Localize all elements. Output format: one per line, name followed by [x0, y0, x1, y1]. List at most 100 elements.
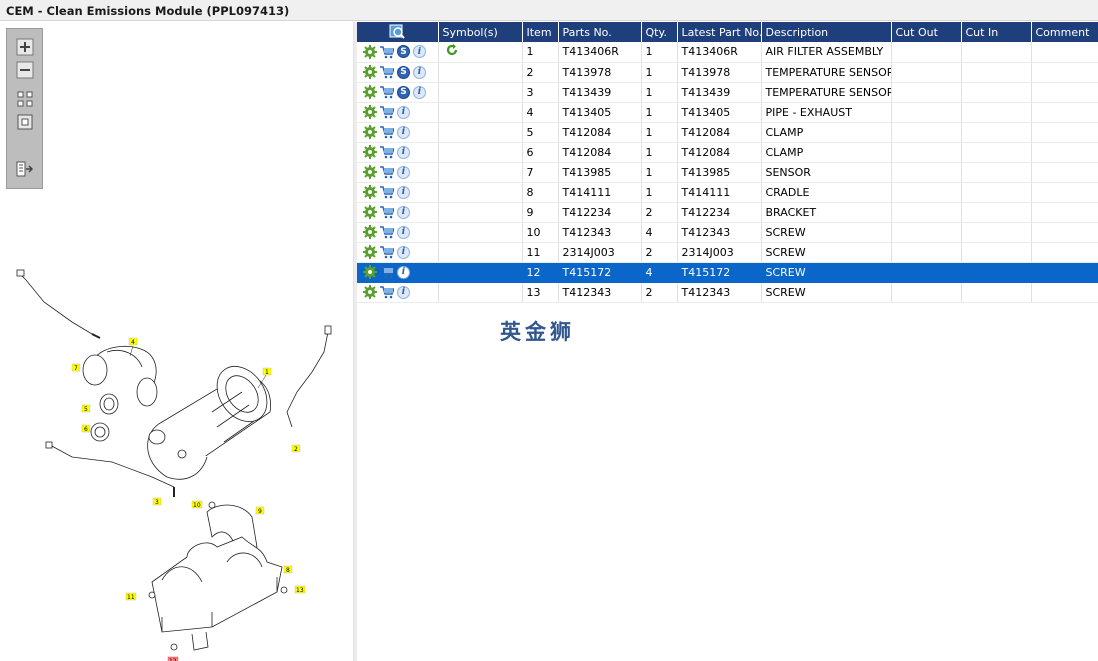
column-header-comment[interactable]: Comment — [1031, 22, 1098, 42]
drawing-pane[interactable]: 4 1 7 5 6 2 3 10 9 8 11 13 — [0, 22, 354, 661]
parts-no-cell: T412234 — [558, 202, 642, 223]
column-header-latest-part-no[interactable]: Latest Part No. — [677, 22, 762, 42]
table-row[interactable]: Si 3 T413439 1 T413439 TEMPERATURE SENSOR — [357, 82, 1098, 103]
parts-no-cell: T413406R — [558, 42, 642, 63]
info-icon[interactable]: i — [397, 145, 410, 159]
table-row[interactable]: i 7 T413985 1 T413985 SENSOR — [357, 162, 1098, 183]
cart-icon[interactable] — [380, 45, 394, 59]
cart-icon[interactable] — [380, 165, 394, 179]
cut-out-cell — [891, 262, 962, 283]
cart-icon[interactable] — [380, 145, 394, 159]
supersession-icon[interactable]: S — [397, 85, 410, 99]
description-cell: BRACKET — [761, 202, 892, 223]
svg-text:9: 9 — [258, 508, 262, 515]
cart-icon[interactable] — [380, 265, 394, 279]
gear-icon[interactable] — [363, 125, 377, 139]
cart-icon[interactable] — [380, 105, 394, 119]
table-row[interactable]: i 5 T412084 1 T412084 CLAMP — [357, 122, 1098, 143]
table-row[interactable]: i 6 T412084 1 T412084 CLAMP — [357, 142, 1098, 163]
zoom-to-part-icon[interactable] — [389, 24, 405, 40]
exploded-parts-drawing[interactable]: 4 1 7 5 6 2 3 10 9 8 11 13 — [12, 262, 342, 661]
gear-icon[interactable] — [363, 285, 377, 299]
column-header-qty[interactable]: Qty. — [641, 22, 678, 42]
column-header-cut-out[interactable]: Cut Out — [891, 22, 962, 42]
cut-in-cell — [961, 162, 1032, 183]
gear-icon[interactable] — [363, 85, 377, 99]
gear-icon[interactable] — [363, 205, 377, 219]
gear-icon[interactable] — [363, 245, 377, 259]
cart-icon[interactable] — [380, 185, 394, 199]
cut-in-cell — [961, 42, 1032, 63]
gear-icon[interactable] — [363, 44, 377, 59]
column-header-actions[interactable] — [357, 22, 439, 42]
table-row[interactable]: i 8 T414111 1 T414111 CRADLE — [357, 182, 1098, 203]
parts-no-cell: T412343 — [558, 282, 642, 303]
info-icon[interactable]: i — [397, 105, 410, 119]
table-row[interactable]: i 12 T415172 4 T415172 SCREW — [357, 262, 1098, 283]
info-icon[interactable]: i — [413, 45, 426, 59]
cart-icon[interactable] — [380, 85, 394, 99]
title-bar: CEM - Clean Emissions Module (PPL097413) — [0, 0, 1098, 21]
qty-cell: 2 — [641, 282, 678, 303]
zoom-out-icon[interactable] — [15, 60, 35, 80]
info-icon[interactable]: i — [413, 85, 426, 99]
qty-cell: 1 — [641, 42, 678, 63]
table-row[interactable]: Si 1 T413406R 1 T413406R AIR FILTER ASSEMBLY — [357, 42, 1098, 63]
qty-cell: 1 — [641, 142, 678, 163]
symbols-cell — [438, 62, 523, 83]
description-cell: SENSOR — [761, 162, 892, 183]
column-header-description[interactable]: Description — [761, 22, 892, 42]
info-icon[interactable]: i — [397, 165, 410, 179]
column-header-cut-in[interactable]: Cut In — [961, 22, 1032, 42]
gear-icon[interactable] — [363, 105, 377, 119]
gear-icon[interactable] — [363, 165, 377, 179]
fit-all-icon[interactable] — [15, 89, 35, 109]
parts-no-cell: T415172 — [558, 262, 642, 283]
cart-icon[interactable] — [380, 65, 394, 79]
row-actions: i — [357, 162, 439, 183]
latest-part-no-cell: T413978 — [677, 62, 762, 83]
table-row[interactable]: i 10 T412343 4 T412343 SCREW — [357, 222, 1098, 243]
cart-icon[interactable] — [380, 285, 394, 299]
info-icon[interactable]: i — [397, 185, 410, 199]
item-cell: 6 — [522, 142, 559, 163]
gear-icon[interactable] — [363, 265, 377, 279]
fit-window-icon[interactable] — [15, 112, 35, 132]
gear-icon[interactable] — [363, 185, 377, 199]
cut-in-cell — [961, 202, 1032, 223]
export-icon[interactable] — [15, 159, 35, 179]
info-icon[interactable]: i — [397, 125, 410, 139]
description-cell: CLAMP — [761, 122, 892, 143]
cart-icon[interactable] — [380, 125, 394, 139]
column-header-symbols[interactable]: Symbol(s) — [438, 22, 523, 42]
info-icon[interactable]: i — [397, 225, 410, 239]
info-icon[interactable]: i — [397, 245, 410, 259]
gear-icon[interactable] — [363, 225, 377, 239]
description-cell: CLAMP — [761, 142, 892, 163]
supersession-icon[interactable]: S — [397, 65, 410, 79]
column-header-item[interactable]: Item — [522, 22, 559, 42]
item-cell: 10 — [522, 222, 559, 243]
cart-icon[interactable] — [380, 225, 394, 239]
zoom-in-icon[interactable] — [15, 37, 35, 57]
cart-icon[interactable] — [380, 205, 394, 219]
info-icon[interactable]: i — [413, 65, 426, 79]
qty-cell: 1 — [641, 82, 678, 103]
refresh-icon[interactable] — [445, 43, 459, 57]
table-row[interactable]: i 9 T412234 2 T412234 BRACKET — [357, 202, 1098, 223]
latest-part-no-cell: T414111 — [677, 182, 762, 203]
table-row[interactable]: Si 2 T413978 1 T413978 TEMPERATURE SENSOR — [357, 62, 1098, 83]
table-row[interactable]: i 13 T412343 2 T412343 SCREW — [357, 282, 1098, 303]
info-icon[interactable]: i — [397, 265, 410, 279]
info-icon[interactable]: i — [397, 205, 410, 219]
supersession-icon[interactable]: S — [397, 45, 410, 59]
cart-icon[interactable] — [380, 245, 394, 259]
gear-icon[interactable] — [363, 65, 377, 79]
table-row[interactable]: i 11 2314J003 2 2314J003 SCREW — [357, 242, 1098, 263]
item-cell: 2 — [522, 62, 559, 83]
gear-icon[interactable] — [363, 145, 377, 159]
parts-no-cell: T413985 — [558, 162, 642, 183]
info-icon[interactable]: i — [397, 285, 410, 299]
table-row[interactable]: i 4 T413405 1 T413405 PIPE - EXHAUST — [357, 102, 1098, 123]
column-header-parts-no[interactable]: Parts No. — [558, 22, 642, 42]
